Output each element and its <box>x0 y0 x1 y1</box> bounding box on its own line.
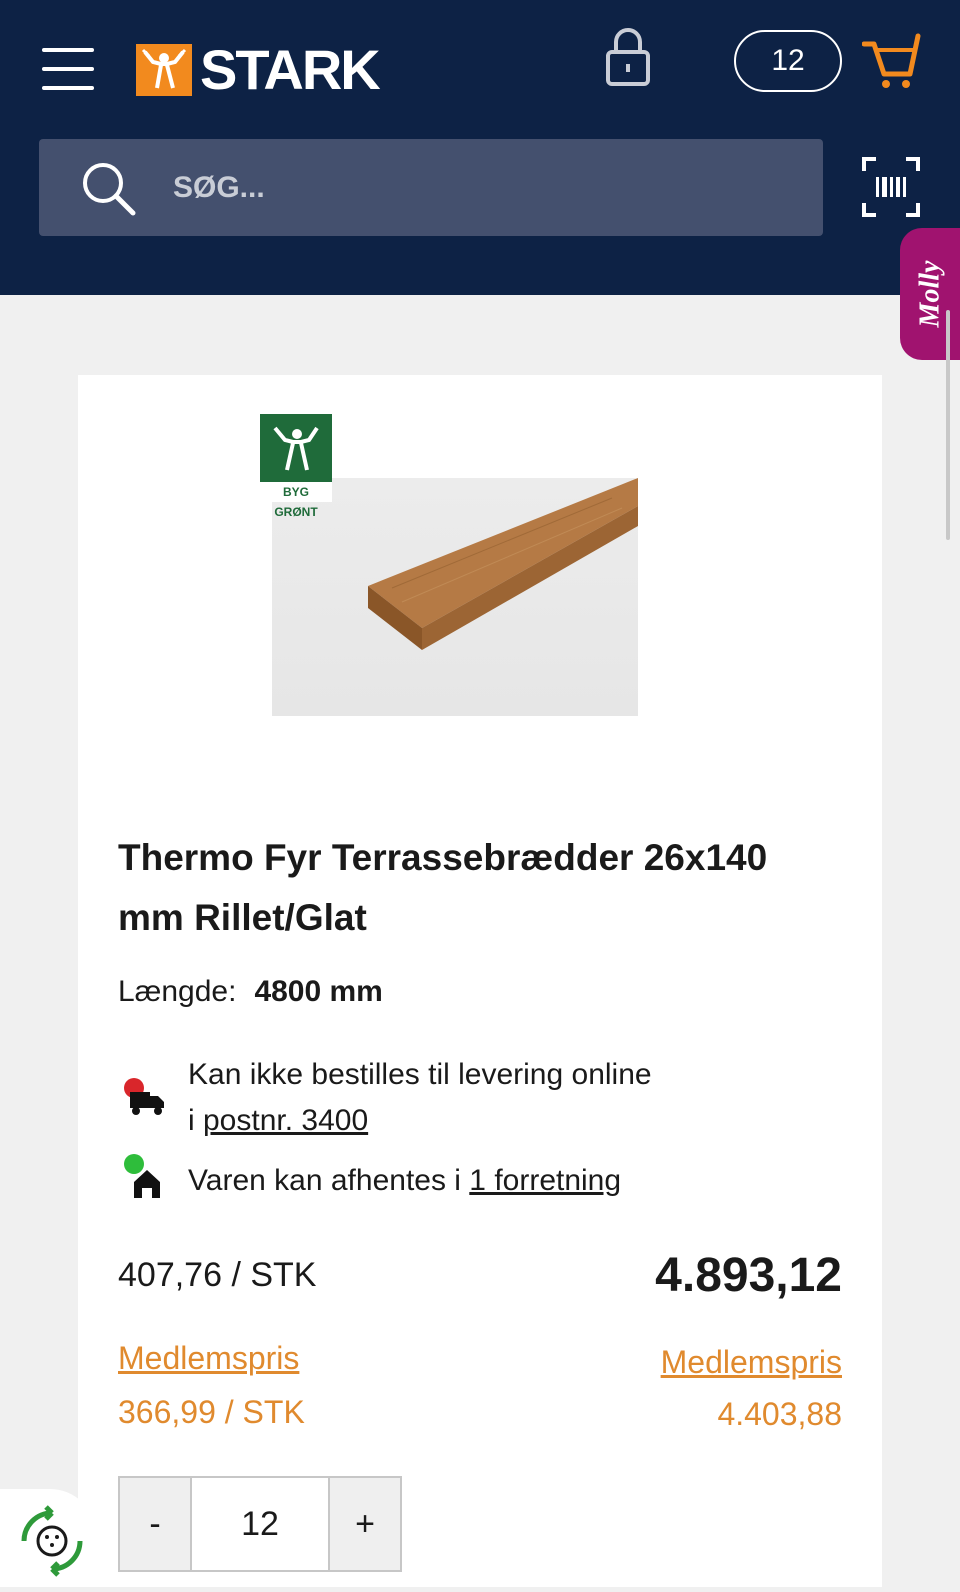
delivery-text: Kan ikke bestilles til levering online <box>188 1058 652 1091</box>
total-price: 4.893,12 <box>655 1249 842 1302</box>
menu-icon[interactable] <box>42 46 94 92</box>
barcode-scan-icon[interactable] <box>862 157 920 217</box>
molly-label: Molly <box>913 260 945 328</box>
member-price-link-unit[interactable]: Medlemspris <box>118 1340 299 1377</box>
postcode-link[interactable]: postnr. 3400 <box>203 1104 368 1137</box>
member-total-price: 4.403,88 <box>717 1396 842 1432</box>
badge-text: BYG GRØNT <box>260 482 332 519</box>
byg-gront-badge: BYG GRØNT <box>260 414 332 519</box>
lock-icon[interactable] <box>604 26 652 88</box>
quantity-increase-button[interactable]: + <box>330 1478 400 1570</box>
cart-icon[interactable] <box>862 30 922 92</box>
unit-price: 407,76 / STK <box>118 1256 317 1294</box>
quantity-input[interactable] <box>190 1478 330 1570</box>
site-header: STARK 12 <box>0 0 960 295</box>
member-unit-price: 366,99 / STK <box>118 1394 305 1430</box>
stark-logo-icon <box>136 44 192 96</box>
member-price-link-total[interactable]: Medlemspris <box>661 1344 842 1381</box>
length-value: 4800 mm <box>254 975 383 1008</box>
scrollbar[interactable] <box>946 310 950 540</box>
search-icon <box>83 163 136 216</box>
delivery-prefix: i <box>188 1104 203 1137</box>
store-count-link[interactable]: 1 forretning <box>469 1164 621 1197</box>
cart-count-badge[interactable]: 12 <box>734 30 842 92</box>
stark-logo[interactable]: STARK <box>136 38 381 101</box>
delivery-status: Kan ikke bestilles til levering online i… <box>118 1052 652 1144</box>
quantity-decrease-button[interactable]: - <box>120 1478 190 1570</box>
molly-chat-tab[interactable]: Molly <box>900 228 960 360</box>
product-image[interactable] <box>272 478 638 716</box>
logo-text: STARK <box>200 38 381 101</box>
delivery-truck-icon <box>118 1074 170 1122</box>
length-label: Længde: <box>118 975 237 1008</box>
eco-recycle-button[interactable] <box>0 1489 96 1587</box>
pickup-text: Varen kan afhentes i <box>188 1164 470 1197</box>
product-title: Thermo Fyr Terrassebrædder 26x140 mm Ril… <box>118 837 768 938</box>
quantity-stepper: - + <box>118 1476 402 1572</box>
search-bar[interactable] <box>39 139 823 236</box>
store-house-icon <box>118 1154 170 1206</box>
byg-gront-icon <box>260 414 332 482</box>
eco-recycle-icon <box>21 1505 83 1577</box>
search-input[interactable] <box>173 139 773 236</box>
pickup-status: Varen kan afhentes i 1 forretning <box>118 1154 621 1206</box>
length-row: Længde: 4800 mm <box>118 975 383 1009</box>
